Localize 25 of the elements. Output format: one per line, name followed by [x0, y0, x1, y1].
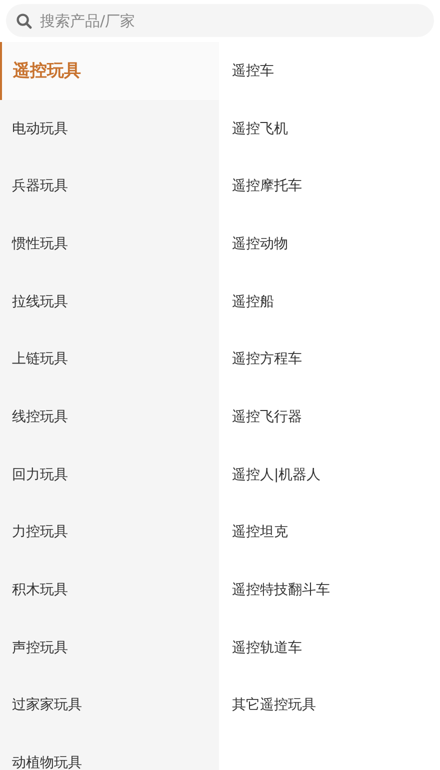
category-item[interactable]: 力控玩具 [0, 504, 219, 562]
subcategory-item[interactable]: 遥控轨道车 [219, 618, 440, 677]
subcategory-item[interactable]: 遥控动物 [219, 215, 440, 273]
search-field[interactable]: 搜索产品/厂家 [6, 4, 434, 37]
subcategory-item[interactable]: 遥控飞行器 [219, 388, 440, 446]
subcategory-item[interactable]: 遥控坦克 [219, 504, 440, 562]
category-item[interactable]: 电动玩具 [0, 100, 219, 158]
subcategory-item[interactable]: 遥控船 [219, 272, 440, 330]
category-item[interactable]: 上链玩具 [0, 330, 219, 388]
subcategory-item[interactable]: 遥控人|机器人 [219, 446, 440, 504]
subcategory-item[interactable]: 遥控特技翻斗车 [219, 561, 440, 619]
subcategory-item[interactable]: 其它遥控玩具 [219, 676, 440, 734]
category-item[interactable]: 线控玩具 [0, 388, 219, 446]
category-item[interactable]: 动植物玩具 [0, 734, 219, 770]
category-item[interactable]: 拉线玩具 [0, 272, 219, 330]
subcategory-item[interactable]: 遥控摩托车 [219, 157, 440, 216]
subcategory-item[interactable]: 遥控车 [219, 42, 440, 100]
category-item[interactable]: 兵器玩具 [0, 157, 219, 216]
category-item[interactable]: 惯性玩具 [0, 215, 219, 273]
subcategory-item[interactable]: 遥控方程车 [219, 330, 440, 388]
subcategory-item[interactable]: 遥控飞机 [219, 100, 440, 158]
category-item[interactable]: 过家家玩具 [0, 676, 219, 734]
category-item[interactable]: 回力玩具 [0, 446, 219, 504]
category-item[interactable]: 声控玩具 [0, 618, 219, 677]
category-item[interactable]: 积木玩具 [0, 561, 219, 619]
